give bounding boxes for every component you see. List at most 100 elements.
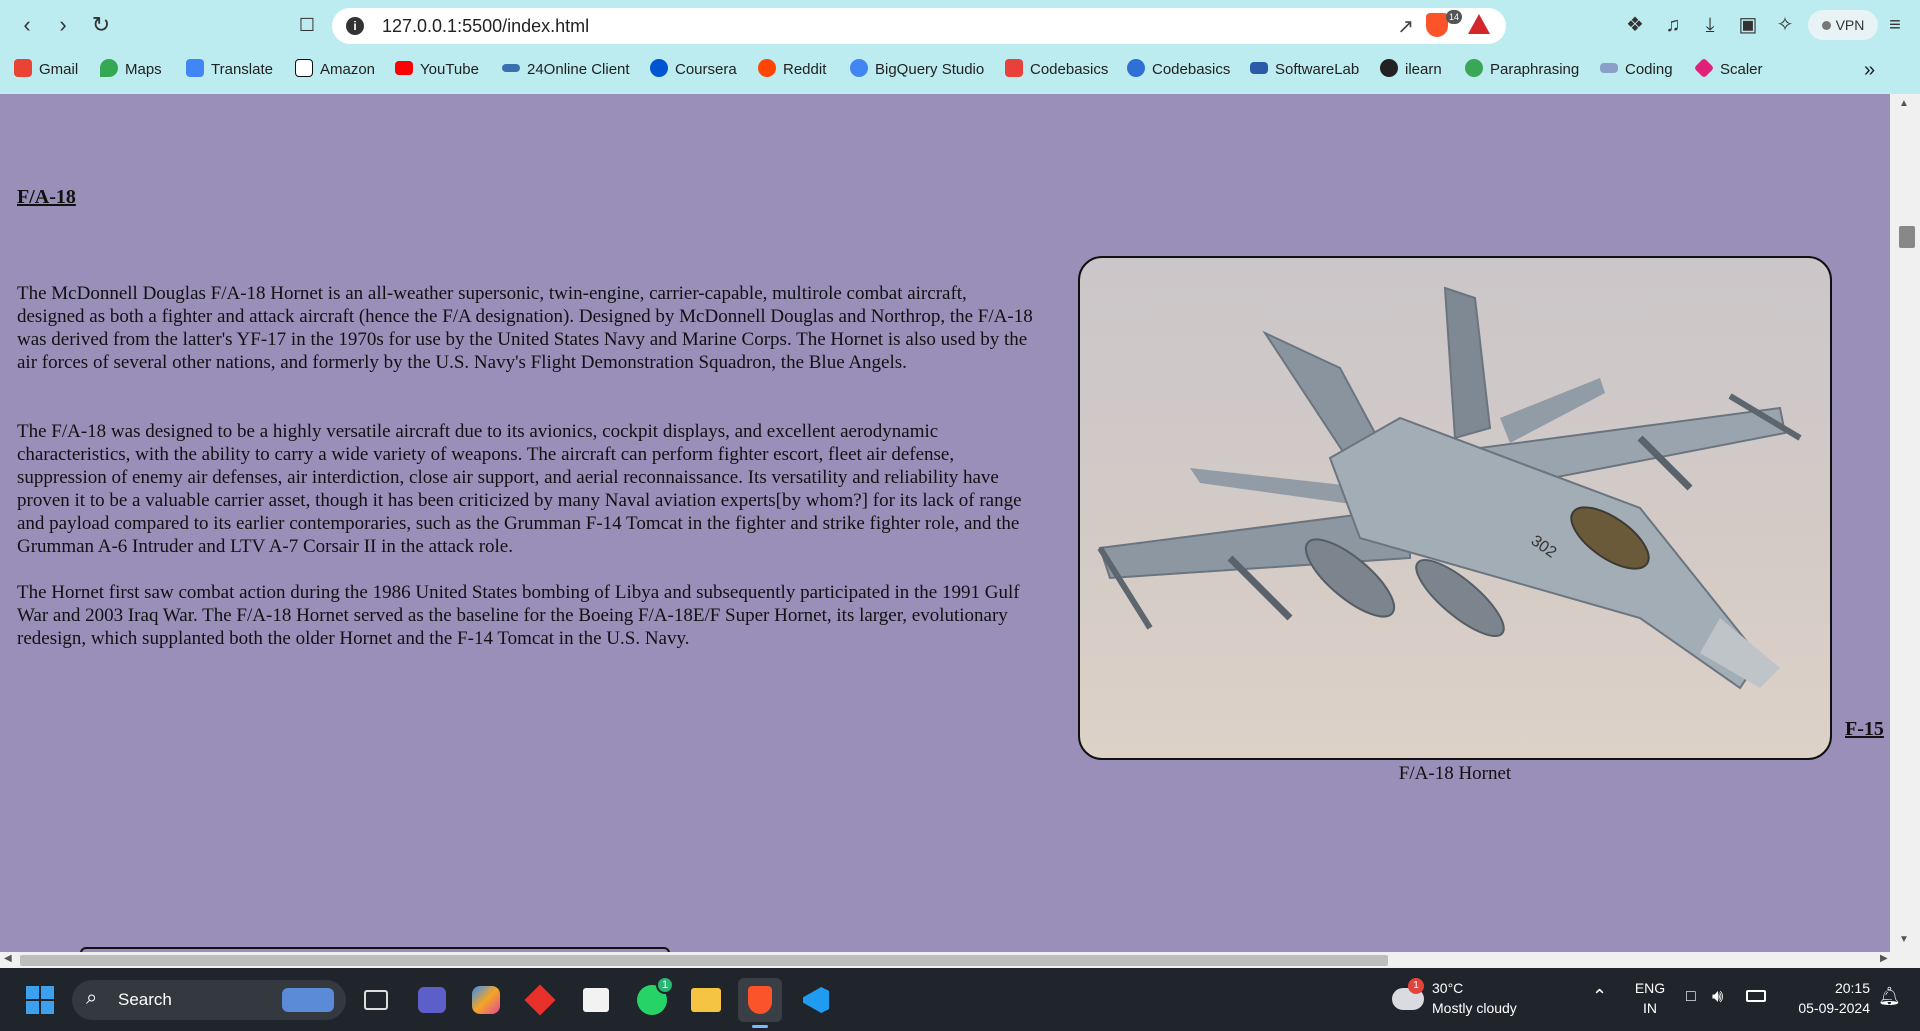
bookmark-amazon[interactable]: Amazon	[295, 58, 375, 82]
gmail-icon	[14, 59, 32, 77]
weather-widget[interactable]: 1 30°C Mostly cloudy	[1390, 978, 1590, 1022]
bookmark-codebasics-2[interactable]: Codebasics	[1127, 58, 1230, 82]
bigquery-icon	[850, 59, 868, 77]
24online-icon	[502, 64, 520, 72]
bookmark-youtube[interactable]: YouTube	[395, 58, 479, 82]
bookmark-label: Codebasics	[1030, 61, 1109, 78]
leo-ai-icon[interactable]: ✧	[1772, 12, 1798, 38]
app-diamond-button[interactable]	[518, 978, 562, 1022]
bookmark-label: Maps	[125, 61, 162, 78]
vertical-scrollbar[interactable]: ▲ ▼	[1890, 94, 1920, 952]
share-icon[interactable]: ↗	[1397, 14, 1414, 39]
copilot-button[interactable]	[464, 978, 508, 1022]
whatsapp-badge: 1	[656, 976, 674, 994]
microsoft-store-button[interactable]	[574, 978, 618, 1022]
brave-rewards-icon[interactable]	[1468, 14, 1490, 34]
bookmark-label: Reddit	[783, 61, 827, 78]
vpn-button[interactable]: VPN	[1808, 10, 1878, 40]
bookmark-label: Scaler	[1720, 61, 1763, 78]
bookmark-label: BigQuery Studio	[875, 61, 985, 78]
clock-date: 05-09-2024	[1798, 1000, 1870, 1016]
reddit-icon	[758, 59, 776, 77]
bookmark-scaler[interactable]: Scaler	[1693, 57, 1763, 82]
scroll-left-icon[interactable]: ◀	[4, 953, 12, 964]
media-icon[interactable]: ♫	[1660, 12, 1686, 38]
scroll-up-icon[interactable]: ▲	[1899, 98, 1909, 109]
wallet-icon[interactable]: ▣	[1735, 12, 1761, 38]
active-indicator	[752, 1025, 768, 1028]
reload-icon[interactable]: ↻	[88, 12, 114, 38]
language-indicator[interactable]: ENG IN	[1630, 978, 1670, 1018]
url-text[interactable]: 127.0.0.1:5500/index.html	[382, 16, 589, 37]
bookmark-translate[interactable]: Translate	[186, 58, 273, 82]
bookmarks-overflow-button[interactable]: »	[1864, 58, 1875, 82]
paragraph-2: The F/A-18 was designed to be a highly v…	[17, 421, 1022, 557]
task-view-button[interactable]	[354, 978, 398, 1022]
paragraph-1: The McDonnell Douglas F/A-18 Hornet is a…	[17, 283, 1033, 373]
scaler-icon	[1693, 57, 1715, 79]
image-caption: F/A-18 Hornet	[1398, 763, 1512, 784]
browser-chrome: ‹ › ↻ ☐ i 127.0.0.1:5500/index.html ↗ 14…	[0, 0, 1920, 94]
scroll-down-icon[interactable]: ▼	[1899, 934, 1909, 945]
task-view-icon	[364, 990, 388, 1010]
clock[interactable]: 20:15 05-09-2024	[1770, 978, 1870, 1018]
address-bar[interactable]: i 127.0.0.1:5500/index.html ↗ 14	[332, 8, 1506, 44]
softwarelab-icon	[1250, 62, 1268, 74]
brave-taskbar-button[interactable]	[738, 978, 782, 1028]
volume-icon[interactable]: 🔊︎	[1712, 986, 1723, 1007]
brave-shield-icon[interactable]	[1426, 13, 1448, 37]
vscode-icon	[803, 987, 829, 1013]
site-info-icon[interactable]: i	[346, 17, 364, 35]
copilot-icon	[472, 986, 500, 1014]
forward-icon[interactable]: ›	[50, 12, 76, 38]
bookmark-gmail[interactable]: Gmail	[14, 58, 78, 82]
bookmark-bigquery[interactable]: BigQuery Studio	[850, 58, 984, 82]
download-icon[interactable]: ⤓	[1697, 12, 1723, 38]
language-code: ENG	[1634, 980, 1666, 996]
weather-temp: 30°C	[1432, 980, 1464, 996]
folder-icon	[691, 988, 721, 1012]
network-icon[interactable]: □	[1686, 988, 1696, 1006]
bookmark-label: Codebasics	[1152, 61, 1231, 78]
heading-f15: F-15	[1845, 718, 1884, 740]
bookmark-label: Translate	[211, 61, 273, 78]
store-icon	[583, 988, 609, 1012]
bookmark-label: Coding	[1625, 61, 1673, 78]
bookmark-24online[interactable]: 24Online Client	[502, 58, 630, 82]
bookmark-softwarelab[interactable]: SoftwareLab	[1250, 58, 1359, 82]
notification-bell-icon[interactable]: 🔔︎	[1878, 986, 1901, 1007]
horizontal-scrollbar[interactable]: ◀ ▶	[0, 952, 1920, 968]
bookmark-reddit[interactable]: Reddit	[758, 58, 826, 82]
codebasics-icon	[1127, 59, 1145, 77]
weather-desc: Mostly cloudy	[1432, 1000, 1517, 1016]
bookmark-ilearn[interactable]: ilearn	[1380, 58, 1442, 82]
bookmark-icon[interactable]: ☐	[294, 12, 320, 38]
bookmark-coding[interactable]: Coding	[1600, 58, 1673, 82]
bookmark-codebasics-1[interactable]: Codebasics	[1005, 58, 1108, 82]
battery-icon[interactable]	[1746, 990, 1766, 1002]
menu-icon[interactable]: ≡	[1882, 12, 1908, 38]
scroll-right-icon[interactable]: ▶	[1880, 953, 1888, 964]
whatsapp-button[interactable]: 1	[630, 976, 674, 1022]
back-icon[interactable]: ‹	[14, 12, 40, 38]
start-button[interactable]	[18, 978, 62, 1022]
taskbar-search[interactable]: ⌕ Search	[72, 980, 346, 1020]
coding-icon	[1600, 63, 1618, 73]
vscode-button[interactable]	[794, 978, 838, 1022]
bookmark-coursera[interactable]: Coursera	[650, 58, 737, 82]
rocket-icon	[1005, 59, 1023, 77]
horizontal-scroll-thumb[interactable]	[20, 955, 1388, 966]
bookmark-label: Coursera	[675, 61, 737, 78]
fa18-hornet-photo: 302	[1097, 286, 1802, 690]
teams-button[interactable]	[410, 978, 454, 1022]
extensions-icon[interactable]: ❖	[1622, 12, 1648, 38]
vpn-label: VPN	[1835, 17, 1865, 33]
clock-time: 20:15	[1834, 980, 1870, 996]
bookmark-maps[interactable]: Maps	[100, 58, 162, 82]
file-explorer-button[interactable]	[684, 978, 728, 1022]
bookmark-paraphrasing[interactable]: Paraphrasing	[1465, 58, 1579, 82]
maps-icon	[100, 59, 118, 77]
bookmark-label: YouTube	[420, 61, 479, 78]
vertical-scroll-thumb[interactable]	[1899, 226, 1915, 248]
tray-overflow-icon[interactable]: ⌃	[1592, 986, 1607, 1007]
